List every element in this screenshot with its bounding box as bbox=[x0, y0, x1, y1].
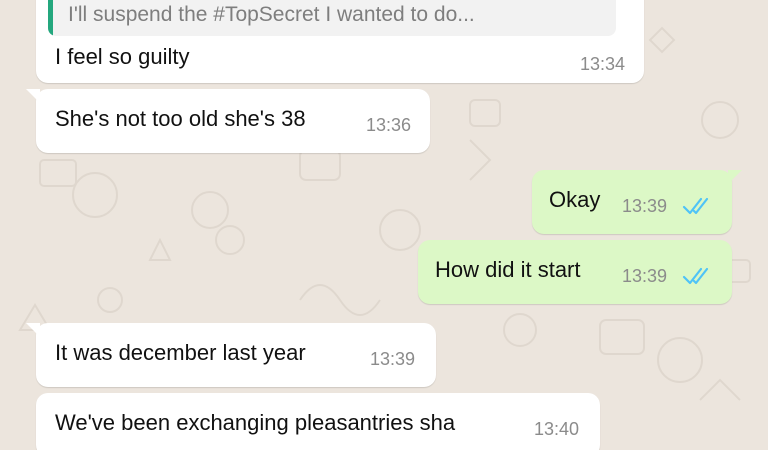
bubble-tail bbox=[728, 170, 742, 184]
message-text: It was december last year bbox=[55, 340, 306, 365]
quote-accent-bar bbox=[48, 0, 53, 36]
quoted-reply[interactable]: I'll suspend the #TopSecret I wanted to … bbox=[48, 0, 616, 36]
message-text: I feel so guilty bbox=[55, 44, 190, 69]
message-bubble-incoming[interactable]: She's not too old she's 38 13:36 bbox=[26, 89, 430, 153]
message-bubble-outgoing[interactable]: Okay 13:39 bbox=[532, 170, 742, 234]
message-time: 13:39 bbox=[622, 196, 668, 216]
double-check-read-icon bbox=[682, 267, 709, 285]
message-text: We've been exchanging pleasantries sha bbox=[55, 410, 456, 435]
message-time: 13:39 bbox=[622, 266, 668, 286]
bubble-tail bbox=[26, 89, 40, 103]
message-time: 13:39 bbox=[370, 349, 416, 369]
message-text: How did it start bbox=[435, 257, 581, 282]
message-text: Okay bbox=[549, 187, 601, 212]
message-bubble-incoming[interactable]: We've been exchanging pleasantries sha 1… bbox=[36, 393, 600, 450]
bubble-tail bbox=[26, 323, 40, 337]
message-bubble-outgoing[interactable]: How did it start 13:39 bbox=[418, 240, 732, 304]
message-bubble-incoming[interactable]: It was december last year 13:39 bbox=[26, 323, 436, 387]
message-time: 13:40 bbox=[534, 419, 580, 439]
double-check-read-icon bbox=[682, 197, 709, 215]
message-time: 13:34 bbox=[580, 54, 626, 74]
message-text: She's not too old she's 38 bbox=[55, 106, 306, 131]
chat-view[interactable]: I'll suspend the #TopSecret I wanted to … bbox=[0, 0, 768, 450]
message-time: 13:36 bbox=[366, 115, 412, 135]
quoted-message-text: I'll suspend the #TopSecret I wanted to … bbox=[68, 3, 475, 26]
message-bubble-incoming[interactable]: I'll suspend the #TopSecret I wanted to … bbox=[36, 0, 644, 83]
